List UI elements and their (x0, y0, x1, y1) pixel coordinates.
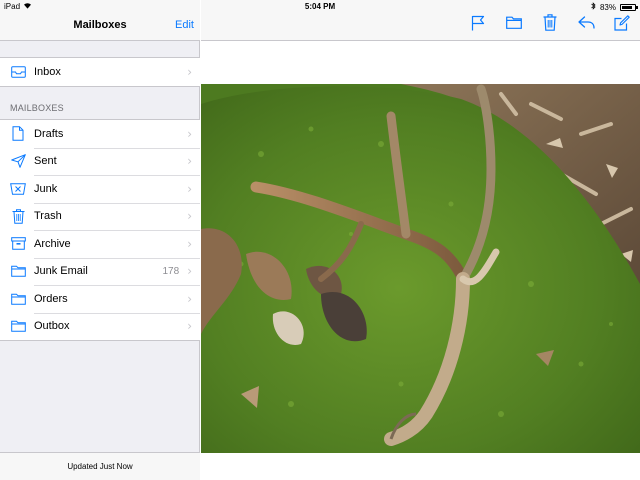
mailbox-label: Trash (34, 210, 62, 223)
mailbox-label: Drafts (34, 127, 64, 140)
mailbox-label: Junk (34, 182, 58, 195)
mailbox-label: Archive (34, 237, 71, 250)
trash-icon (543, 14, 557, 36)
move-folder-button[interactable] (504, 15, 524, 35)
unread-count-badge: 178 (162, 265, 180, 277)
mailbox-row-archive[interactable]: Archive › (0, 230, 200, 258)
status-time: 5:04 PM (304, 2, 336, 11)
chevron-right-icon: › (187, 64, 192, 79)
battery-percent: 83% (599, 2, 616, 12)
chevron-right-icon: › (187, 319, 192, 334)
folder-icon (506, 16, 522, 34)
inbox-tray-icon (10, 64, 26, 80)
chevron-right-icon: › (187, 126, 192, 141)
mailbox-label: Sent (34, 155, 57, 168)
mailbox-label: Inbox (34, 65, 61, 78)
edit-button[interactable]: Edit (175, 19, 194, 31)
battery-icon (620, 3, 638, 11)
message-toolbar (468, 14, 632, 36)
mailbox-row-trash[interactable]: Trash › (0, 202, 200, 231)
bluetooth-icon (591, 2, 596, 12)
chevron-right-icon: › (187, 236, 192, 251)
folder-icon (10, 263, 26, 279)
flag-icon (471, 15, 485, 36)
sidebar-title: Mailboxes (73, 19, 127, 31)
mailbox-row-orders[interactable]: Orders › (0, 285, 200, 313)
chevron-right-icon: › (187, 154, 192, 169)
mailbox-row-outbox[interactable]: Outbox › (0, 312, 200, 341)
mailbox-row-sent[interactable]: Sent › (0, 147, 200, 176)
mailbox-row-inbox[interactable]: Inbox › (0, 58, 200, 86)
inbox-group: Inbox › (0, 57, 200, 87)
chevron-right-icon: › (187, 209, 192, 224)
sync-status: Updated Just Now (0, 452, 200, 480)
chevron-right-icon: › (187, 291, 192, 306)
mailbox-row-junk[interactable]: Junk › (0, 175, 200, 203)
trash-icon (10, 208, 26, 224)
trash-button[interactable] (540, 14, 560, 36)
chevron-right-icon: › (187, 264, 192, 279)
archive-box-icon (10, 236, 26, 252)
message-pane (201, 0, 640, 480)
compose-button[interactable] (612, 14, 632, 36)
attached-photo-antlers-on-moss[interactable] (201, 84, 640, 453)
flag-button[interactable] (468, 15, 488, 35)
mailboxes-sidebar: Mailboxes Edit Inbox › MAILBOXES Drafts … (0, 0, 200, 480)
section-header-mailboxes: MAILBOXES (10, 103, 64, 113)
battery-level-fill (622, 5, 632, 9)
photo-illustration (201, 84, 640, 453)
reply-button[interactable] (576, 15, 596, 35)
paper-plane-icon (10, 153, 26, 169)
compose-icon (614, 14, 630, 36)
mailboxes-group: Drafts › Sent › Junk › Trash › Archive ›… (0, 119, 200, 341)
mailbox-row-drafts[interactable]: Drafts › (0, 120, 200, 148)
mailbox-label: Orders (34, 292, 68, 305)
mailbox-row-junk-email[interactable]: Junk Email 178 › (0, 257, 200, 286)
folder-icon (10, 291, 26, 307)
draft-document-icon (10, 126, 26, 142)
folder-icon (10, 318, 26, 334)
mailbox-label: Junk Email (34, 265, 88, 278)
chevron-right-icon: › (187, 181, 192, 196)
status-bar: iPad 5:04 PM 83% (0, 0, 640, 13)
mailbox-label: Outbox (34, 320, 70, 333)
reply-arrow-icon (577, 16, 595, 34)
junk-bin-icon (10, 181, 26, 197)
